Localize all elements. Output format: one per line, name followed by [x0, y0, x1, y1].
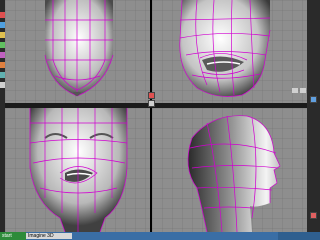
taskbar-app-item[interactable]: Imagine 3D	[26, 233, 72, 239]
viewport-divider	[5, 103, 307, 108]
taskbar: start Imagine 3D	[0, 232, 320, 240]
select-icon[interactable]	[148, 100, 155, 107]
viewport-tool-icon	[292, 88, 298, 93]
start-button[interactable]: start	[0, 232, 26, 240]
viewport-tool-icon	[300, 88, 306, 93]
render-icon[interactable]	[310, 96, 317, 103]
viewport-right-canvas	[5, 108, 150, 232]
viewport-perspective[interactable]	[152, 108, 307, 232]
viewport-right[interactable]	[5, 108, 150, 232]
right-tool-strip	[307, 0, 320, 232]
zoom-icon[interactable]	[310, 212, 317, 219]
viewport-front-canvas	[152, 0, 307, 103]
system-tray	[278, 232, 320, 240]
grid-icon[interactable]	[148, 92, 155, 99]
viewport-top[interactable]	[5, 0, 150, 103]
viewport-perspective-canvas	[152, 108, 307, 232]
viewport-front[interactable]	[152, 0, 307, 103]
viewport-top-canvas	[5, 0, 150, 103]
